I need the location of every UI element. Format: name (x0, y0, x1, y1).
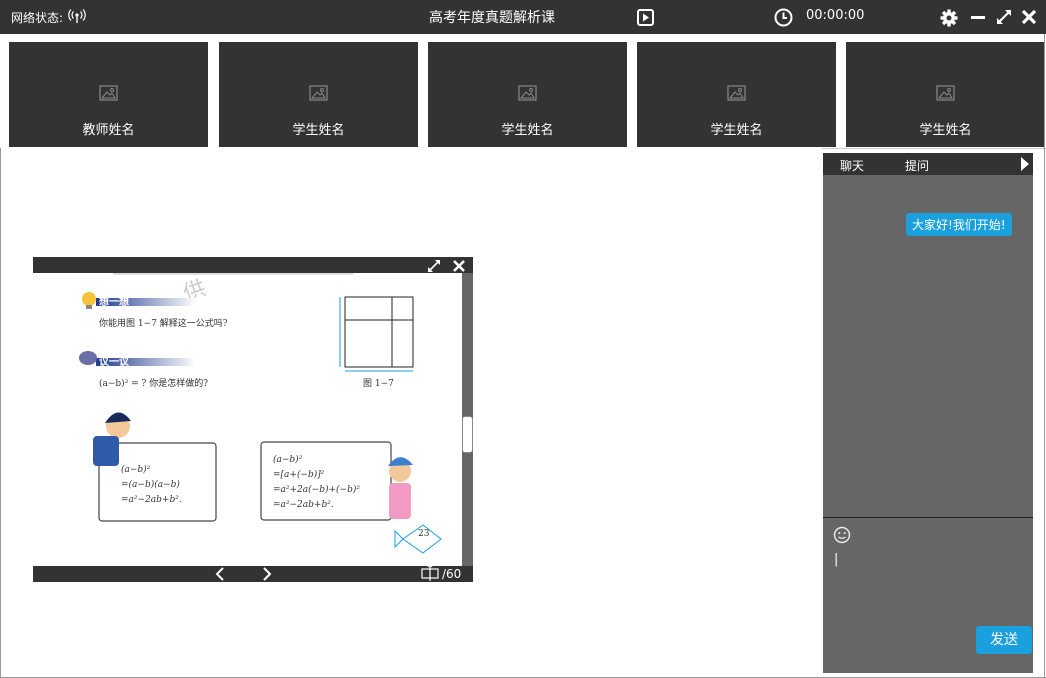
collapse-arrow-icon[interactable] (1020, 157, 1030, 174)
video-tile-name: 学生姓名 (292, 123, 345, 138)
image-placeholder-icon (309, 85, 328, 105)
emoji-icon[interactable] (833, 526, 851, 548)
video-tile-student[interactable]: 学生姓名 (846, 42, 1045, 147)
page-number: 23 (418, 529, 430, 539)
gear-icon[interactable] (940, 9, 958, 31)
think-label: 想一想 (99, 297, 129, 308)
video-tile-name: 学生姓名 (710, 123, 763, 138)
close-icon[interactable] (1021, 9, 1037, 29)
video-tile-student[interactable]: 学生姓名 (219, 42, 418, 147)
next-page-icon[interactable] (260, 567, 274, 584)
maximize-icon[interactable] (996, 9, 1012, 29)
image-placeholder-icon (518, 85, 537, 105)
tab-chat[interactable]: 聊天 (840, 157, 864, 174)
board-left: (a−b)² =(a−b)(a−b) =a²−2ab+b². (121, 465, 182, 505)
document-footer: /60 (33, 564, 473, 585)
board-right: (a−b)² =[a+(−b)]² =a²+2a(−b)+(−b)² =a²−2… (273, 455, 360, 510)
document-scroll-thumb[interactable] (462, 416, 473, 453)
tab-question[interactable]: 提问 (905, 157, 929, 174)
document-window[interactable]: 供 想一想 你能用图 1−7 解释这一公式吗? 议一议 (a−b)² = ? 你… (33, 257, 473, 582)
document-titlebar[interactable] (33, 257, 473, 273)
prev-page-icon[interactable] (213, 567, 227, 584)
minimize-icon[interactable] (970, 9, 986, 29)
title-bar: 网络状态: 高考年度真题解析课 00:00:00 (0, 0, 1046, 34)
think-text: 你能用图 1−7 解释这一公式吗? (99, 319, 228, 329)
clock-icon (774, 8, 793, 31)
image-placeholder-icon (99, 85, 118, 105)
window-border-right (1044, 34, 1045, 678)
figure-caption: 图 1−7 (363, 379, 394, 389)
image-placeholder-icon (727, 85, 746, 105)
chat-panel: 聊天 提问 大家好!我们开始! | 发送 (823, 153, 1033, 673)
class-timer: 00:00:00 (806, 8, 865, 23)
video-tile-student[interactable]: 学生姓名 (637, 42, 836, 147)
page-indicator: /60 (442, 567, 462, 581)
discuss-label: 议一议 (99, 357, 129, 368)
chat-input-area[interactable]: | 发送 (823, 517, 1033, 674)
play-icon[interactable] (637, 9, 654, 30)
video-tile-teacher[interactable]: 教师姓名 (9, 42, 208, 147)
video-tile-student[interactable]: 学生姓名 (428, 42, 627, 147)
send-button[interactable]: 发送 (976, 626, 1032, 654)
chat-tabs: 聊天 提问 (823, 153, 1033, 175)
video-tile-name: 教师姓名 (82, 123, 135, 138)
page-jump-icon[interactable] (421, 564, 441, 585)
chat-input-field[interactable]: | (834, 552, 838, 567)
video-strip: 教师姓名 学生姓名 学生姓名 学生姓名 学生姓名 (0, 34, 1046, 149)
chat-message: 大家好!我们开始! (906, 213, 1012, 236)
video-tile-name: 学生姓名 (919, 123, 972, 138)
video-tile-name: 学生姓名 (501, 123, 554, 138)
image-placeholder-icon (936, 85, 955, 105)
document-page: 供 想一想 你能用图 1−7 解释这一公式吗? 议一议 (a−b)² = ? 你… (33, 273, 462, 566)
discuss-text: (a−b)² = ? 你是怎样做的? (99, 379, 209, 389)
